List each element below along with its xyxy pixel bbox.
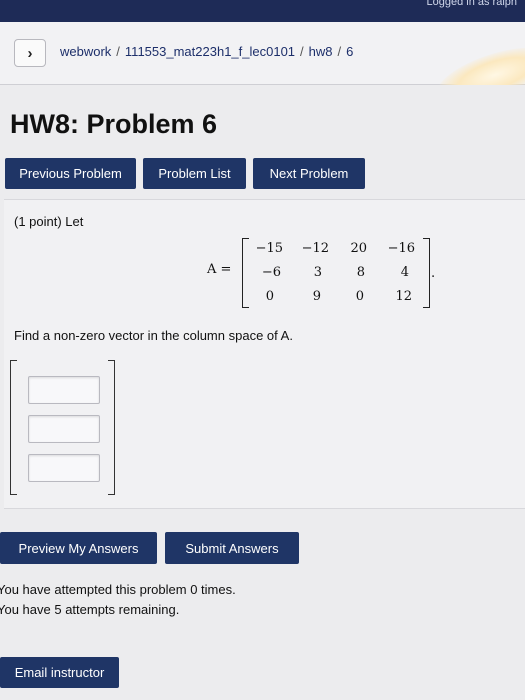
breadcrumb-item-problem: 6: [346, 44, 354, 59]
answer-input-1[interactable]: [28, 376, 100, 404]
problem-question: Find a non-zero vector in the column spa…: [14, 328, 293, 343]
vector-left-bracket: [10, 360, 17, 495]
breadcrumb-item-webwork[interactable]: webwork: [60, 44, 111, 59]
chevron-right-icon: ›: [27, 44, 33, 62]
matrix-cell: 0: [265, 289, 274, 304]
answer-input-3[interactable]: [28, 454, 100, 482]
matrix-cell: 4: [400, 265, 409, 280]
matrix-cell: 20: [350, 241, 367, 256]
matrix-end-period: .: [431, 266, 436, 281]
next-problem-button[interactable]: Next Problem: [253, 158, 365, 189]
breadcrumb-separator: /: [116, 44, 120, 59]
matrix-cell: 9: [312, 289, 321, 304]
matrix-cell: −16: [387, 241, 415, 256]
matrix-a: A = −15 −12 20 −16 −6 3 8 4 0 9 0 12 .: [207, 236, 437, 310]
matrix-cell: −15: [255, 241, 283, 256]
breadcrumb-item-course[interactable]: 111553_mat223h1_f_lec0101: [125, 44, 295, 59]
attempts-made-text: You have attempted this problem 0 times.: [0, 582, 236, 597]
vector-right-bracket: [108, 360, 115, 495]
previous-problem-button[interactable]: Previous Problem: [5, 158, 136, 189]
page-title: HW8: Problem 6: [10, 109, 218, 139]
matrix-cell: −6: [261, 265, 281, 280]
preview-answers-button[interactable]: Preview My Answers: [0, 532, 157, 564]
matrix-cell: 3: [313, 265, 322, 280]
breadcrumb-item-set[interactable]: hw8: [309, 44, 333, 59]
submit-answers-button[interactable]: Submit Answers: [165, 532, 299, 564]
breadcrumb-bar: › webwork / 111553_mat223h1_f_lec0101 / hw8 /…: [0, 22, 525, 114]
breadcrumb-separator: /: [300, 44, 304, 59]
email-instructor-button[interactable]: Email instructor: [0, 657, 119, 688]
main-content: HW8: Problem 6 Previous Problem Problem …: [0, 85, 525, 700]
matrix-cell: 8: [356, 265, 365, 280]
matrix-cell: 0: [355, 289, 364, 304]
matrix-cell: 12: [395, 289, 412, 304]
attempts-remaining-text: You have 5 attempts remaining.: [0, 602, 180, 617]
breadcrumb-separator: /: [337, 44, 342, 59]
breadcrumb: webwork / 111553_mat223h1_f_lec0101 / hw8 / 6: [60, 44, 353, 59]
answer-input-2[interactable]: [28, 415, 100, 443]
matrix-cell: −12: [301, 241, 329, 256]
top-navbar: Logged in as ralph: [0, 0, 525, 22]
matrix-right-bracket: [423, 238, 430, 308]
sidebar-toggle-button[interactable]: ›: [14, 39, 46, 67]
login-status: Logged in as ralph: [426, 0, 517, 8]
problem-intro: (1 point) Let: [14, 214, 84, 229]
matrix-label: A =: [207, 262, 232, 277]
problem-list-button[interactable]: Problem List: [143, 158, 246, 189]
answer-vector: [10, 360, 116, 495]
problem-panel: (1 point) Let A = −15 −12 20 −16 −6 3 8 …: [4, 199, 525, 509]
